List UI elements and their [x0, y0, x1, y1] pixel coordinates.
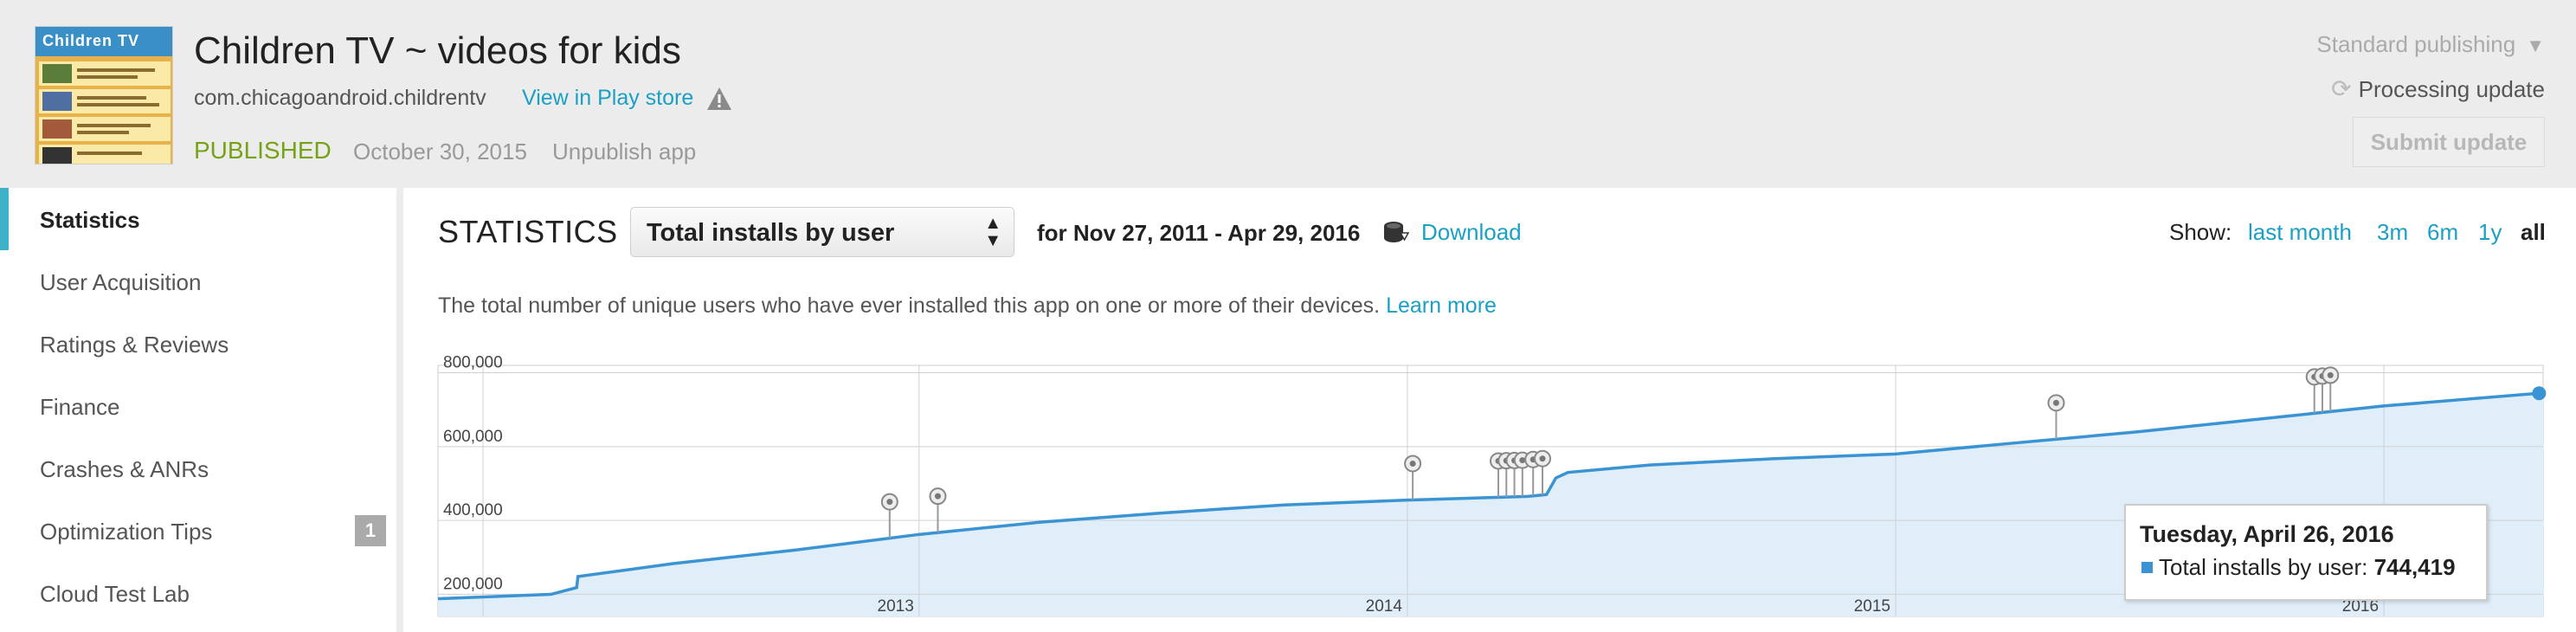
sidebar-item-statistics[interactable]: Statistics	[0, 188, 396, 250]
sidebar-item-crashes-anrs[interactable]: Crashes & ANRs	[0, 437, 396, 500]
x-tick-label: 2014	[1366, 597, 1403, 616]
y-tick-label: 600,000	[443, 428, 503, 446]
y-tick-label: 800,000	[443, 354, 503, 372]
annotation-marker-dot	[1539, 455, 1546, 462]
metric-select[interactable]: Total installs by user ▲ ▼	[630, 207, 1014, 257]
sidebar-item-label: Statistics	[40, 207, 140, 233]
sidebar-item-label: User Acquisition	[40, 269, 202, 295]
sidebar-item-ratings-reviews[interactable]: Ratings & Reviews	[0, 313, 396, 375]
description-text: The total number of unique users who hav…	[438, 293, 1381, 318]
page-title: STATISTICS	[438, 214, 618, 249]
range-all[interactable]: all	[2521, 219, 2546, 246]
annotation-marker-dot	[2327, 371, 2334, 378]
annotation-marker-dot	[1409, 460, 1416, 467]
sidebar-item-cloud-test-lab[interactable]: Cloud Test Lab	[0, 562, 396, 624]
sidebar-item-label: Crashes & ANRs	[40, 456, 209, 482]
app-header: Children TV Children TV ~ videos for kid…	[0, 0, 2576, 188]
metric-description: The total number of unique users who hav…	[438, 293, 1497, 319]
tooltip-series-label: Total installs by user:	[2159, 554, 2368, 580]
caret-down-icon: ▼	[2526, 35, 2545, 56]
sidebar-item-label: Ratings & Reviews	[40, 332, 229, 358]
publishing-mode-label: Standard publishing	[2316, 31, 2516, 57]
y-tick-label: 400,000	[443, 501, 503, 519]
app-title: Children TV ~ videos for kids	[194, 29, 681, 72]
download-link[interactable]: Download	[1421, 219, 1522, 246]
range-1y[interactable]: 1y	[2478, 219, 2502, 246]
tooltip-value: 744,419	[2373, 554, 2456, 580]
sidebar-item-finance[interactable]: Finance	[0, 375, 396, 437]
warning-icon[interactable]	[706, 87, 732, 111]
unpublish-app-link[interactable]: Unpublish app	[552, 139, 696, 165]
range-last-month[interactable]: last month	[2248, 219, 2352, 246]
sidebar-item-user-acquisition[interactable]: User Acquisition	[0, 250, 396, 313]
date-range: for Nov 27, 2011 - Apr 29, 2016	[1037, 220, 1361, 246]
status-badge: PUBLISHED	[194, 137, 332, 164]
annotation-marker-dot	[886, 499, 893, 506]
processing-update-status: ⟳ Processing update	[2331, 74, 2545, 103]
publishing-mode-dropdown[interactable]: Standard publishing ▼	[2316, 31, 2545, 58]
tooltip-value-line: Total installs by user: 744,419	[2159, 554, 2456, 581]
x-tick-label: 2013	[878, 597, 914, 616]
sidebar-item-label: Optimization Tips	[40, 519, 213, 545]
show-label: Show:	[2169, 219, 2232, 245]
sidebar-item-label: Finance	[40, 394, 120, 420]
app-icon-banner: Children TV	[42, 32, 140, 49]
range-6m[interactable]: 6m	[2427, 219, 2458, 246]
sidebar-item-label: Cloud Test Lab	[40, 581, 190, 607]
tooltip-date: Tuesday, April 26, 2016	[2140, 521, 2394, 547]
annotation-marker-dot	[2052, 399, 2059, 406]
processing-label: Processing update	[2358, 76, 2545, 102]
download-icon[interactable]	[1381, 219, 1409, 245]
range-3m[interactable]: 3m	[2377, 219, 2408, 246]
sidebar: Statistics User Acquisition Ratings & Re…	[0, 188, 396, 632]
learn-more-link[interactable]: Learn more	[1386, 293, 1497, 318]
submit-update-button[interactable]: Submit update	[2353, 117, 2545, 167]
package-name: com.chicagoandroid.childrentv	[194, 86, 486, 110]
metric-select-value: Total installs by user	[647, 219, 895, 247]
data-point	[2532, 386, 2547, 401]
statistics-panel: STATISTICS Total installs by user ▲ ▼ for…	[403, 188, 2576, 632]
refresh-icon: ⟳	[2331, 75, 2352, 102]
annotation-marker-dot	[934, 493, 941, 500]
sidebar-item-optimization-tips[interactable]: Optimization Tips 1	[0, 500, 396, 562]
select-arrows-icon: ▲ ▼	[984, 214, 1001, 250]
app-icon: Children TV	[35, 26, 173, 164]
installs-chart[interactable]: 800,000 600,000 400,000 200,000 2013 2014 2015…	[437, 354, 2547, 617]
series-swatch	[2141, 562, 2153, 573]
y-tick-label: 200,000	[443, 575, 503, 593]
chart-tooltip: Tuesday, April 26, 2016 Total installs b…	[2124, 504, 2488, 601]
x-tick-label: 2015	[1854, 597, 1890, 616]
status-date: October 30, 2015	[353, 139, 527, 164]
view-in-play-store-link[interactable]: View in Play store	[522, 86, 693, 111]
count-badge: 1	[355, 515, 386, 546]
